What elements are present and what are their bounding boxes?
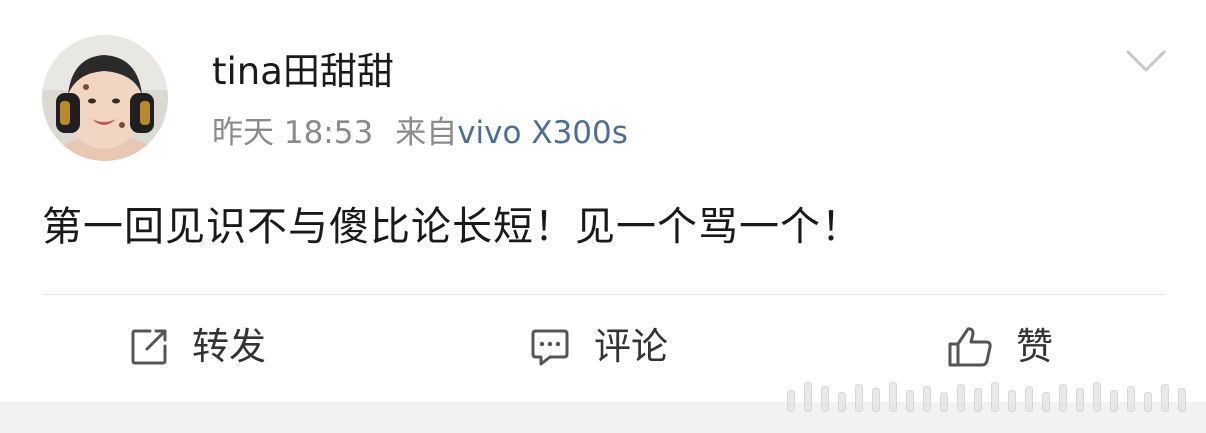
chevron-down-icon (1126, 50, 1166, 72)
more-options-button[interactable] (1124, 46, 1168, 76)
post-time: 昨天 18:53 (212, 115, 374, 151)
device-source-link[interactable]: vivo X300s (457, 115, 628, 151)
comment-bubble-icon (528, 326, 572, 368)
watermark-bars (787, 382, 1186, 412)
avatar[interactable] (42, 35, 168, 161)
username[interactable]: tina田甜甜 (212, 48, 394, 96)
comment-button[interactable]: 评论 (528, 318, 668, 376)
share-square-icon (128, 326, 170, 368)
like-button[interactable]: 赞 (946, 318, 1053, 376)
like-label: 赞 (1016, 325, 1053, 368)
post-meta: 昨天 18:53 来自vivo X300s (212, 112, 628, 154)
source-prefix: 来自 (395, 115, 458, 151)
repost-button[interactable]: 转发 (128, 318, 266, 376)
repost-label: 转发 (192, 325, 266, 368)
divider (42, 294, 1166, 295)
post-content: 第一回见识不与傻比论长短！见一个骂一个！ (42, 204, 862, 250)
thumbs-up-icon (946, 325, 994, 369)
avatar-baby-headphones-image (42, 35, 168, 161)
weibo-post-card: tina田甜甜 昨天 18:53 来自vivo X300s 第一回见识不与傻比论长… (0, 0, 1206, 433)
comment-label: 评论 (594, 325, 668, 368)
